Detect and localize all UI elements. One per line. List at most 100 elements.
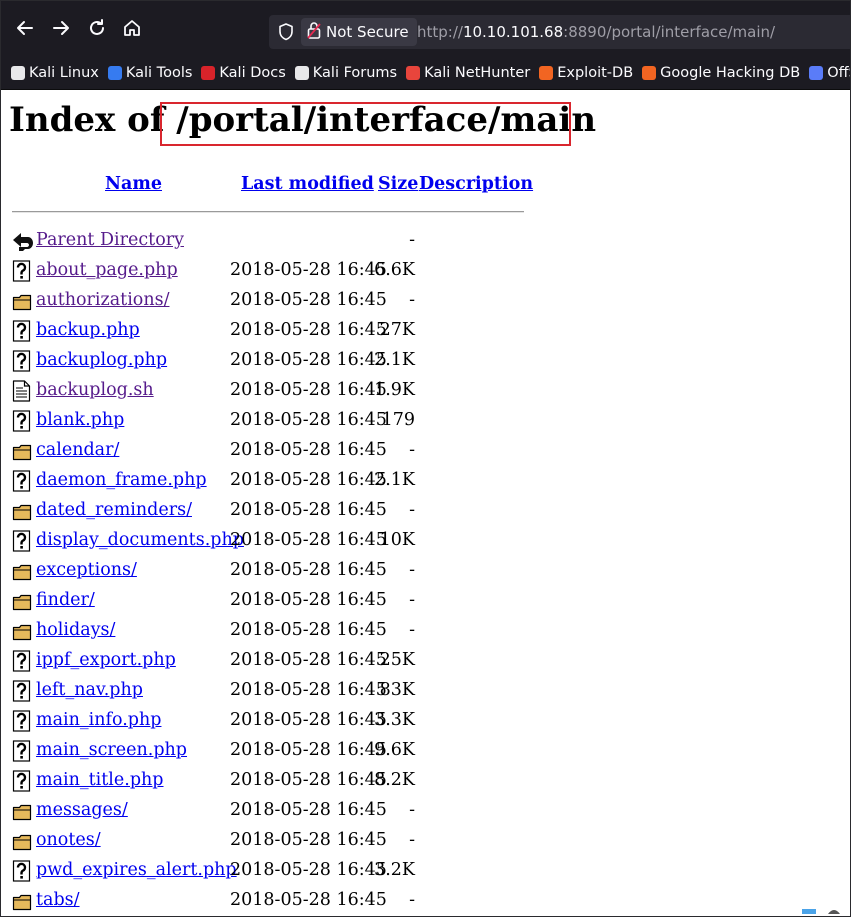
home-icon[interactable] — [119, 15, 145, 41]
address-bar[interactable]: Not Secure http://10.10.101.68:8890/port… — [269, 15, 850, 49]
forward-arrow-icon[interactable] — [48, 15, 74, 41]
file-link[interactable]: blank.php — [36, 410, 124, 430]
page-title-prefix: Index of — [9, 100, 177, 140]
file-link[interactable]: onotes/ — [36, 830, 101, 850]
size-cell: 83K — [379, 680, 415, 700]
folder-icon — [12, 560, 32, 582]
folder-icon — [12, 590, 32, 612]
bookmark-kali-docs[interactable]: Kali Docs — [201, 65, 286, 81]
last-modified-cell: 2018-05-28 16:45 — [230, 320, 387, 340]
unknown-file-icon — [12, 770, 32, 792]
url-path: :8890/portal/interface/main/ — [563, 23, 776, 41]
last-modified-cell: 2018-05-28 16:45 — [230, 620, 387, 640]
table-row: main_info.php 2018-05-28 16:45 3.3K — [1, 706, 850, 736]
size-cell: - — [409, 290, 415, 310]
bookmark-kali-nethunter[interactable]: Kali NetHunter — [406, 65, 530, 81]
table-row: blank.php 2018-05-28 16:45 179 — [1, 406, 850, 436]
file-list: Parent Directory - about_page.php 2018-05-2… — [1, 226, 850, 916]
unknown-file-icon — [12, 530, 32, 552]
table-row: main_title.php 2018-05-28 16:45 8.2K — [1, 766, 850, 796]
bookmark-exploit-db[interactable]: Exploit-DB — [539, 65, 633, 81]
file-link[interactable]: messages/ — [36, 800, 128, 820]
last-modified-cell: 2018-05-28 16:45 — [230, 590, 387, 610]
column-header-last-modified[interactable]: Last modified — [241, 174, 374, 194]
file-link[interactable]: about_page.php — [36, 260, 178, 280]
kali-tools-icon — [107, 66, 122, 80]
file-link[interactable]: pwd_expires_alert.php — [36, 860, 237, 880]
back-arrow-icon — [12, 230, 33, 252]
last-modified-cell: 2018-05-28 16:45 — [230, 830, 387, 850]
bookmark-google-hacking-db[interactable]: Google Hacking DB — [642, 65, 800, 81]
nethunter-icon — [406, 66, 421, 80]
size-cell: 3.2K — [374, 860, 415, 880]
reload-icon[interactable] — [84, 15, 110, 41]
size-cell: - — [409, 590, 415, 610]
back-arrow-icon[interactable] — [12, 15, 38, 41]
unknown-file-icon — [12, 710, 32, 732]
unknown-file-icon — [12, 860, 32, 882]
header-divider — [12, 211, 524, 213]
bookmark-kali-forums[interactable]: Kali Forums — [294, 65, 397, 81]
highlight-box — [160, 102, 571, 146]
size-cell: 27K — [379, 320, 415, 340]
last-modified-cell: 2018-05-28 16:45 — [230, 290, 387, 310]
unknown-file-icon — [12, 260, 32, 282]
folder-icon — [12, 290, 32, 312]
browser-window: Not Secure http://10.10.101.68:8890/port… — [0, 0, 851, 917]
table-row: tabs/2018-05-28 16:45 - — [1, 886, 850, 916]
size-cell: 3.3K — [374, 710, 415, 730]
bookmark-kali-tools[interactable]: Kali Tools — [107, 65, 193, 81]
bookmark-label: Kali Tools — [125, 65, 193, 81]
directory-listing-page: Index of /portal/interface/main Name Las… — [1, 90, 850, 916]
bookmarks-toolbar: Kali Linux Kali Tools Kali Docs Kali Forums… — [1, 57, 850, 90]
bookmark-kali-linux[interactable]: Kali Linux — [11, 65, 99, 81]
file-link[interactable]: main_screen.php — [36, 740, 187, 760]
table-row: onotes/2018-05-28 16:45 - — [1, 826, 850, 856]
column-header-name[interactable]: Name — [105, 174, 162, 194]
last-modified-cell: 2018-05-28 16:45 — [230, 890, 387, 910]
file-link[interactable]: backuplog.php — [36, 350, 167, 370]
last-modified-cell: 2018-05-28 16:45 — [230, 680, 387, 700]
file-link[interactable]: dated_reminders/ — [36, 500, 192, 520]
file-link[interactable]: finder/ — [36, 590, 95, 610]
bookmark-label: OffSe — [827, 65, 850, 81]
table-row: display_documents.php 2018-05-28 16:45 10K — [1, 526, 850, 556]
unknown-file-icon — [12, 410, 32, 432]
column-header-description[interactable]: Description — [419, 174, 533, 194]
tracking-shield-icon[interactable] — [275, 21, 297, 43]
file-link[interactable]: exceptions/ — [36, 560, 137, 580]
exploit-db-icon — [539, 66, 554, 80]
size-cell: 179 — [381, 410, 415, 430]
file-link[interactable]: Parent Directory — [36, 230, 184, 250]
last-modified-cell: 2018-05-28 16:45 — [230, 560, 387, 580]
table-row: backuplog.sh 2018-05-28 16:45 1.9K — [1, 376, 850, 406]
security-label: Not Secure — [326, 23, 409, 41]
file-link[interactable]: calendar/ — [36, 440, 119, 460]
table-row: daemon_frame.php 2018-05-28 16:45 2.1K — [1, 466, 850, 496]
column-header-size[interactable]: Size — [378, 174, 418, 194]
bookmark-offse[interactable]: OffSe — [809, 65, 850, 81]
unknown-file-icon — [12, 320, 32, 342]
last-modified-cell: 2018-05-28 16:45 — [230, 860, 387, 880]
url-text[interactable]: http://10.10.101.68:8890/portal/interfac… — [417, 23, 775, 41]
file-link[interactable]: backuplog.sh — [36, 380, 154, 400]
file-link[interactable]: ippf_export.php — [36, 650, 176, 670]
insecure-lock-icon — [307, 21, 321, 43]
last-modified-cell: 2018-05-28 16:45 — [230, 710, 387, 730]
file-link[interactable]: daemon_frame.php — [36, 470, 207, 490]
table-row: authorizations/2018-05-28 16:45 - — [1, 286, 850, 316]
file-link[interactable]: holidays/ — [36, 620, 115, 640]
file-link[interactable]: main_info.php — [36, 710, 161, 730]
table-row: ippf_export.php 2018-05-28 16:45 25K — [1, 646, 850, 676]
last-modified-cell: 2018-05-28 16:45 — [230, 410, 387, 430]
last-modified-cell: 2018-05-28 16:45 — [230, 770, 387, 790]
file-link[interactable]: authorizations/ — [36, 290, 169, 310]
file-link[interactable]: display_documents.php — [36, 530, 244, 550]
file-link[interactable]: left_nav.php — [36, 680, 143, 700]
file-link[interactable]: backup.php — [36, 320, 140, 340]
size-cell: 1.9K — [374, 380, 415, 400]
bookmark-label: Kali Docs — [219, 65, 286, 81]
file-link[interactable]: tabs/ — [36, 890, 80, 910]
file-link[interactable]: main_title.php — [36, 770, 164, 790]
security-indicator[interactable]: Not Secure — [301, 18, 417, 46]
